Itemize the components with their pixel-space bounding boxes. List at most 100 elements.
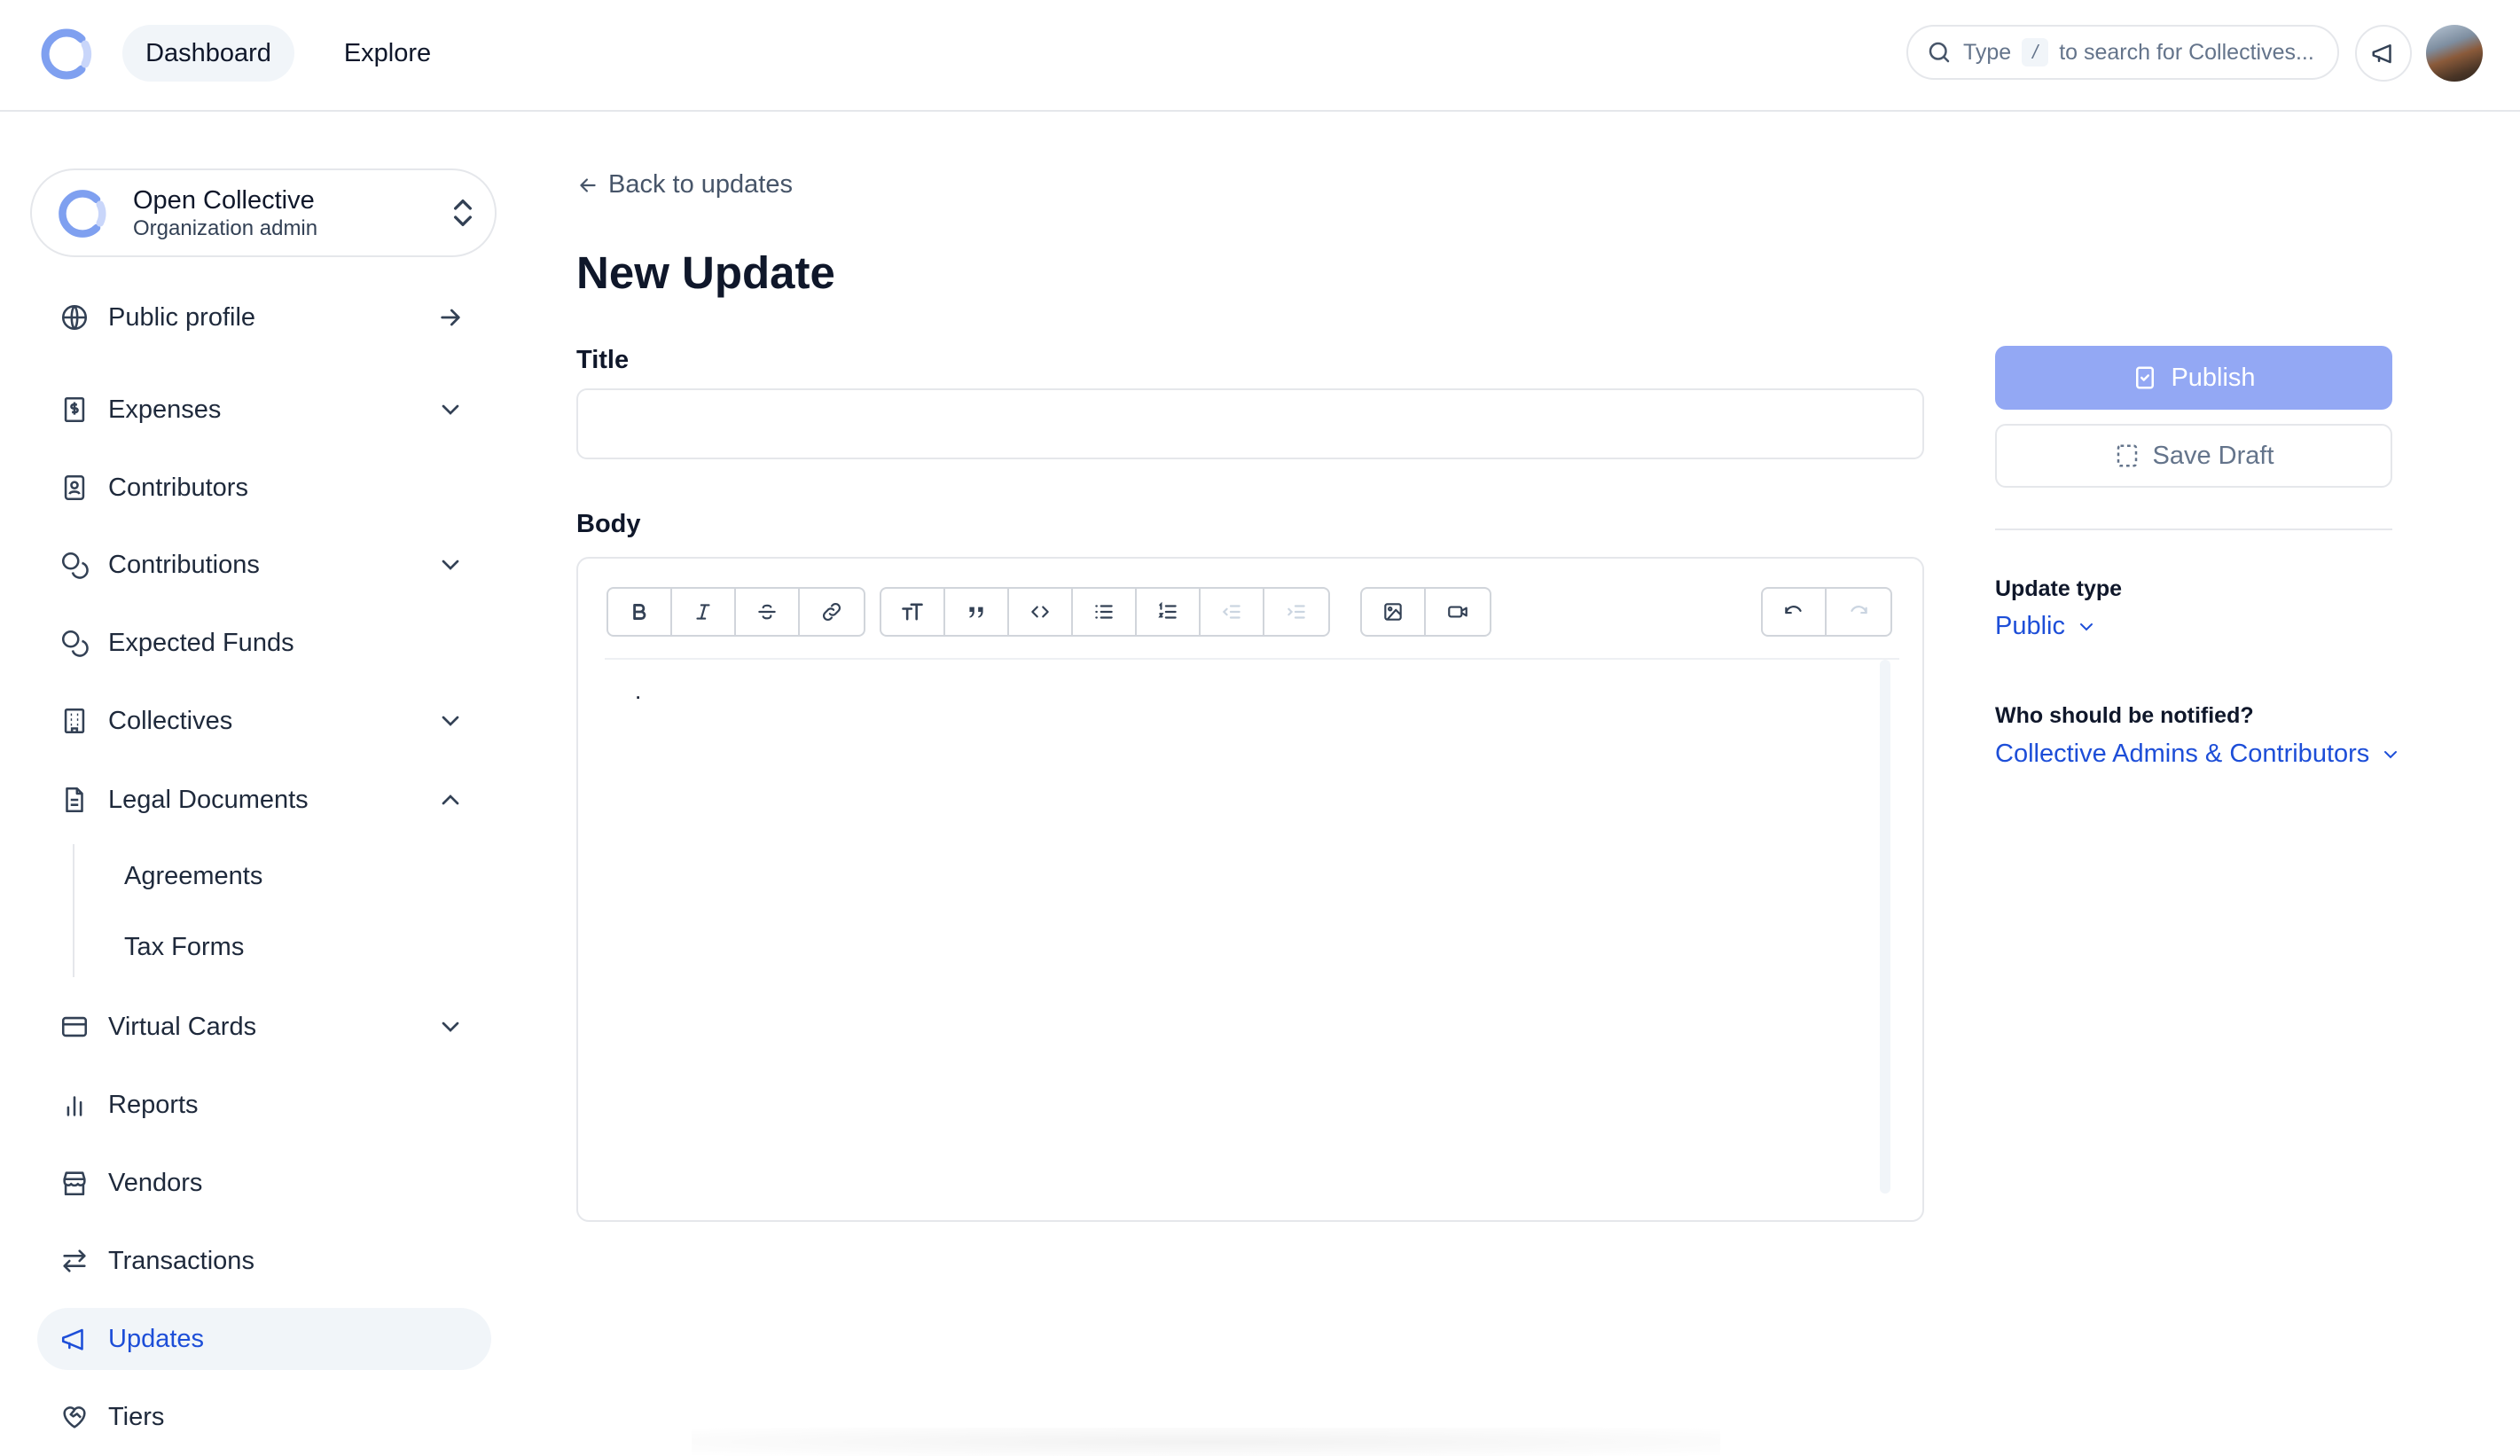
store-icon [57,1165,92,1201]
editor-content-area[interactable]: . [605,658,1899,1199]
building-icon [57,703,92,739]
image-button[interactable] [1362,589,1426,635]
nav-dashboard[interactable]: Dashboard [122,25,294,82]
italic-button[interactable] [672,589,736,635]
announcements-button[interactable] [2355,25,2412,82]
link-icon [820,600,843,623]
search-input[interactable]: Type / to search for Collectives... [1906,25,2339,80]
bar-chart-icon [57,1087,92,1123]
chevron-down-icon [2065,616,2097,638]
sidebar-item-label: Collectives [108,706,233,735]
numbered-list-button[interactable] [1137,589,1201,635]
sidebar-item-contributions[interactable]: Contributions [37,534,491,596]
bold-button[interactable] [608,589,672,635]
save-draft-button[interactable]: Save Draft [1995,424,2392,488]
sidebar-item-label: Vendors [108,1168,203,1197]
sidebar-item-collectives[interactable]: Collectives [37,690,491,752]
arrow-right-icon [436,303,465,332]
sidebar-subitem-tax-forms[interactable]: Tax Forms [124,933,244,962]
outdent-button[interactable] [1201,589,1264,635]
sidebar-item-reports[interactable]: Reports [37,1074,491,1136]
account-switcher[interactable]: Open Collective Organization admin [30,168,497,257]
sidebar-item-label: Transactions [108,1246,254,1275]
receipt-icon [57,392,92,427]
sidebar-item-label: Contributors [108,473,248,502]
redo-icon [1847,600,1870,623]
sidebar-item-label: Expected Funds [108,628,294,657]
arrow-left-right-icon [57,1243,92,1279]
heading-button[interactable] [881,589,945,635]
heading-icon [900,599,925,624]
chevron-down-icon [436,551,465,579]
chevron-down-icon [2369,744,2401,765]
indent-icon [1285,600,1308,623]
video-button[interactable] [1426,589,1490,635]
link-button[interactable] [800,589,864,635]
sidebar-item-label: Virtual Cards [108,1012,257,1041]
dashed-square-icon [2114,442,2153,469]
toolbar-group-blocks [880,587,1330,637]
account-name: Open Collective [133,186,315,215]
sidebar-item-contributors[interactable]: Contributors [37,457,491,519]
sidebar-item-transactions[interactable]: Transactions [37,1230,491,1292]
toolbar-group-history [1761,587,1892,637]
redo-button[interactable] [1827,589,1890,635]
chevron-down-icon [436,1013,465,1041]
user-avatar[interactable] [2426,25,2483,82]
back-link-label: Back to updates [608,170,793,199]
editor-scrollbar[interactable] [1880,660,1890,1194]
quote-button[interactable] [945,589,1009,635]
chevron-up-icon [436,786,465,814]
page-title: New Update [576,247,835,298]
arrow-left-icon [576,174,608,197]
search-shortcut-key: / [2022,38,2049,67]
sidebar-item-expected-funds[interactable]: Expected Funds [37,612,491,674]
search-icon [1926,39,1953,66]
organization-logo [53,184,112,243]
coins-icon [57,625,92,661]
sidebar-item-tiers[interactable]: Tiers [37,1386,491,1448]
back-to-updates-link[interactable]: Back to updates [576,170,793,200]
sidebar-item-label: Public profile [108,302,256,332]
undo-button[interactable] [1763,589,1827,635]
title-input[interactable] [576,388,1924,459]
chevron-down-icon [436,395,465,424]
editor-body-text: . [635,677,642,704]
update-type-select[interactable]: Public [1995,612,2097,641]
toolbar-group-formatting [607,587,865,637]
bullet-list-button[interactable] [1073,589,1137,635]
sidebar-item-label: Contributions [108,550,260,579]
megaphone-icon [57,1321,92,1357]
body-label: Body [576,510,641,538]
sidebar-item-virtual-cards[interactable]: Virtual Cards [37,996,491,1058]
sidebar-item-expenses[interactable]: Expenses [37,379,491,441]
update-type-label: Update type [1995,576,2123,601]
bottom-shadow [692,1428,1720,1456]
code-icon [1029,600,1052,623]
quote-icon [965,600,988,623]
sidebar-item-vendors[interactable]: Vendors [37,1152,491,1214]
publish-button[interactable]: Publish [1995,346,2392,410]
sidebar-item-label: Expenses [108,395,222,424]
image-icon [1381,600,1405,623]
indent-button[interactable] [1264,589,1328,635]
sidebar-subitem-agreements[interactable]: Agreements [124,862,262,891]
globe-icon [57,300,92,335]
notify-label: Who should be notified? [1995,703,2254,728]
notify-value: Collective Admins & Contributors [1995,740,2370,768]
code-button[interactable] [1009,589,1073,635]
outdent-icon [1220,600,1243,623]
sidebar-item-label: Reports [108,1090,199,1119]
chevrons-up-down-icon [445,195,481,231]
sidebar-item-updates[interactable]: Updates [37,1308,491,1370]
sidebar-item-legal-documents[interactable]: Legal Documents [37,769,491,831]
sidebar-item-public-profile[interactable]: Public profile [37,286,491,348]
rich-text-editor: . [576,557,1924,1222]
open-collective-logo[interactable] [35,23,98,85]
account-role: Organization admin [133,216,318,240]
nav-explore[interactable]: Explore [323,25,452,82]
heart-handshake-icon [57,1399,92,1435]
strikethrough-button[interactable] [736,589,800,635]
notify-select[interactable]: Collective Admins & Contributors [1995,740,2401,769]
video-icon [1445,600,1470,623]
